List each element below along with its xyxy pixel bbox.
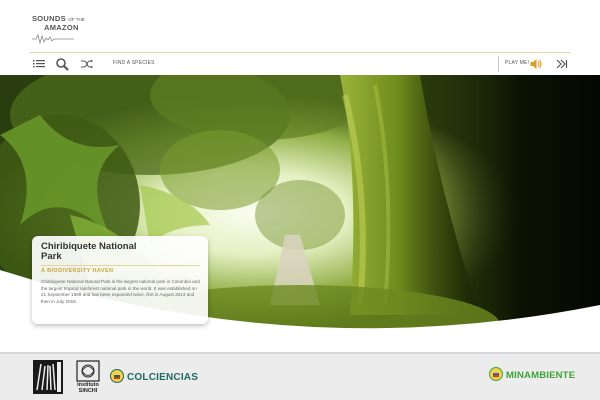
logo-line2: AMAZON bbox=[44, 23, 79, 32]
speaker-icon[interactable] bbox=[529, 57, 543, 71]
park-subtitle: A BIODIVERSITY HAVEN bbox=[41, 265, 200, 274]
park-description: Chiribiquete National Natural Park is th… bbox=[41, 279, 200, 304]
page: SOUNDS OF THE AMAZON FIND A SPECIES PLAY… bbox=[0, 0, 600, 400]
toolbar: FIND A SPECIES PLAY ME! bbox=[0, 53, 600, 75]
park-title: Chiribiquete National Park bbox=[41, 241, 137, 262]
find-species-link[interactable]: FIND A SPECIES bbox=[113, 60, 155, 66]
minambiente-logo[interactable]: MINAMBIENTE bbox=[506, 370, 575, 381]
play-label: PLAY ME! bbox=[505, 60, 530, 66]
sinchi-label: Instituto SINCHI bbox=[77, 382, 99, 394]
search-icon[interactable] bbox=[55, 57, 69, 71]
soundwave-icon bbox=[32, 33, 74, 45]
humboldt-logo[interactable] bbox=[33, 360, 63, 399]
park-info-card: Chiribiquete National Park A BIODIVERSIT… bbox=[32, 236, 208, 324]
logo-line1: SOUNDS OF THE bbox=[32, 14, 85, 23]
app-logo[interactable]: SOUNDS OF THE AMAZON bbox=[32, 10, 92, 46]
header: SOUNDS OF THE AMAZON bbox=[0, 0, 600, 52]
colciencias-logo[interactable]: COLCIENCIAS bbox=[127, 372, 198, 383]
footer-divider bbox=[0, 352, 600, 354]
colombia-shield-icon bbox=[110, 369, 124, 388]
shuffle-icon[interactable] bbox=[80, 57, 94, 71]
skip-forward-icon[interactable] bbox=[554, 57, 568, 71]
minambiente-shield-icon bbox=[489, 367, 503, 386]
toolbar-divider bbox=[498, 56, 499, 72]
list-icon[interactable] bbox=[32, 57, 46, 71]
